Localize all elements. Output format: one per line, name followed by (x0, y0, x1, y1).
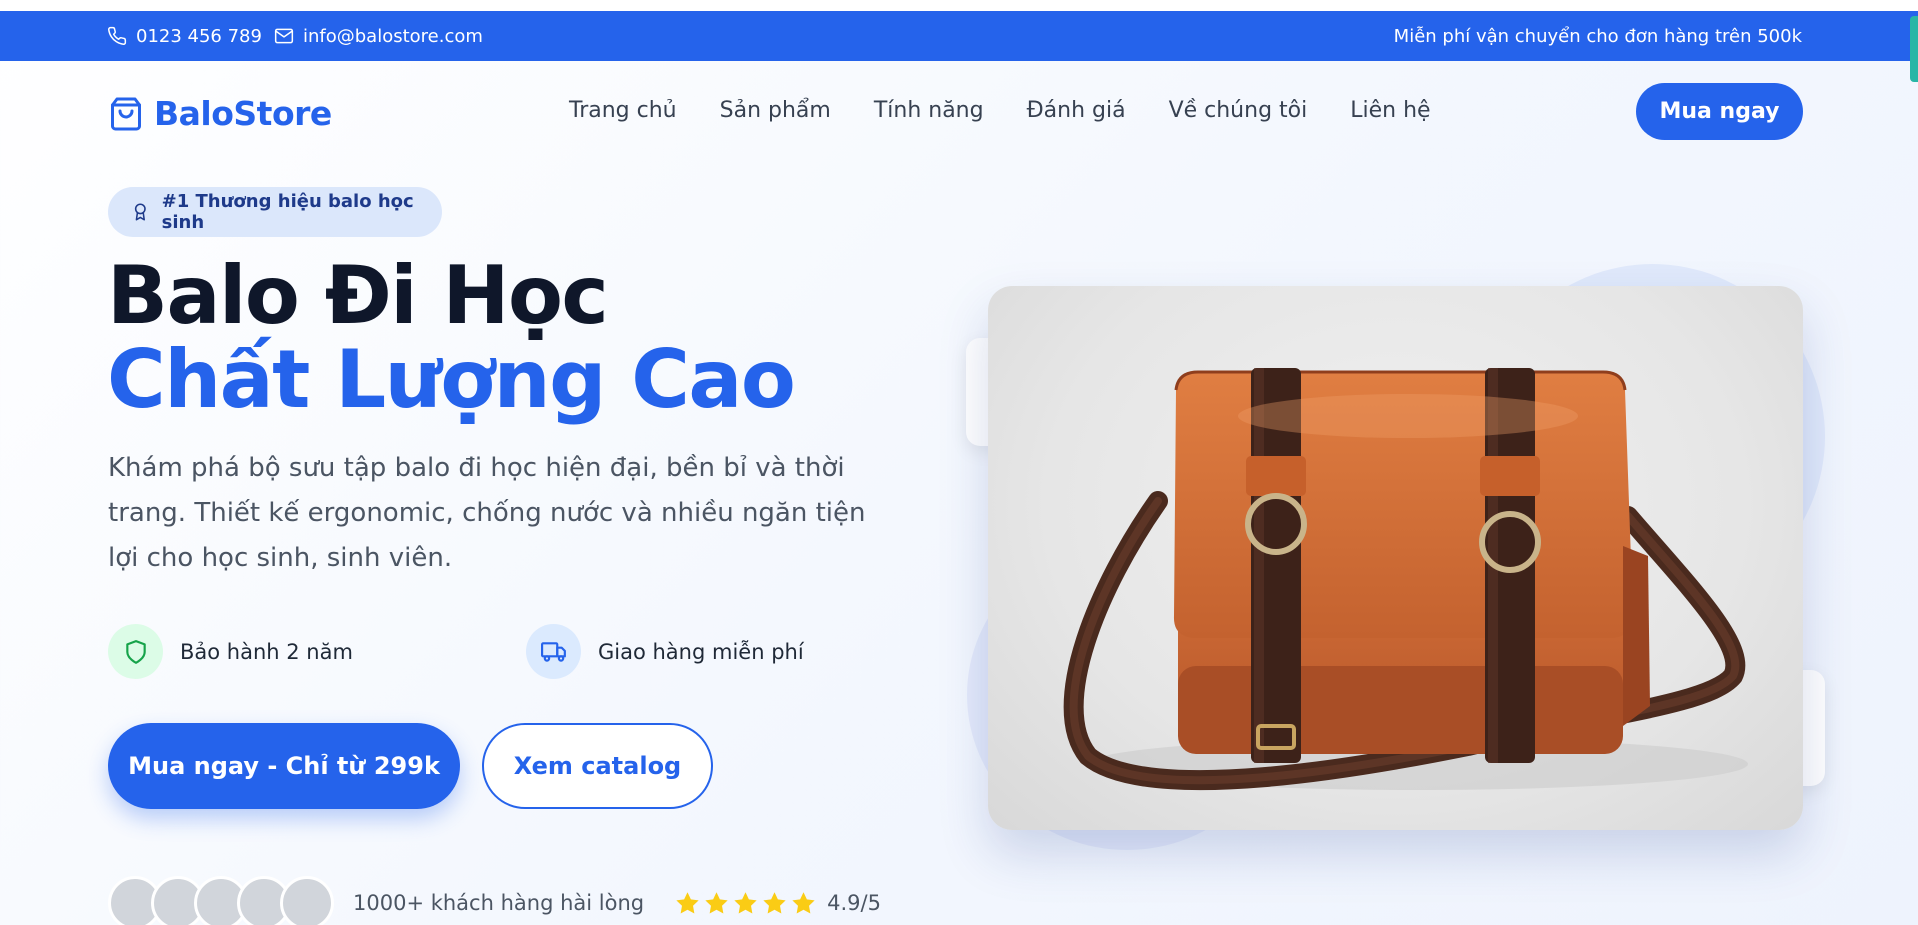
star-icon (676, 891, 699, 914)
badge-text: #1 Thương hiệu balo học sinh (161, 191, 414, 233)
shield-icon (125, 639, 146, 664)
mail-icon (274, 28, 294, 44)
nav-link-reviews[interactable]: Đánh giá (1027, 98, 1126, 123)
nav-links: Trang chủ Sản phẩm Tính năng Đánh giá Về… (569, 98, 1474, 123)
feature-warranty: Bảo hành 2 năm (108, 624, 353, 679)
customer-avatars (108, 876, 334, 925)
phone-contact[interactable]: 0123 456 789 (107, 11, 262, 61)
phone-icon (108, 26, 127, 45)
phone-number: 0123 456 789 (136, 25, 262, 47)
view-catalog-button[interactable]: Xem catalog (482, 723, 713, 809)
feature-warranty-label: Bảo hành 2 năm (180, 639, 353, 664)
star-icon (705, 891, 728, 914)
hero-product-image (988, 286, 1803, 830)
star-icon (763, 891, 786, 914)
email-contact[interactable]: info@balostore.com (274, 11, 483, 61)
rating-stars (674, 890, 817, 917)
buy-now-primary-button[interactable]: Mua ngay - Chỉ từ 299k (108, 723, 460, 809)
nav-buy-now-button[interactable]: Mua ngay (1636, 83, 1803, 140)
hero-title-line2: Chất Lượng Cao (107, 333, 796, 426)
nav-link-home[interactable]: Trang chủ (569, 98, 677, 123)
rating-value: 4.9/5 (827, 891, 881, 915)
hero-description: Khám phá bộ sưu tập balo đi học hiện đại… (108, 453, 866, 573)
hero-title-line1: Balo Đi Học (107, 249, 609, 342)
top-info-bar: 0123 456 789 info@balostore.com Miễn phí… (0, 11, 1918, 61)
brand-name: BaloStore (154, 94, 332, 133)
messenger-bag-illustration (1063, 368, 1748, 791)
nav-link-about[interactable]: Về chúng tôi (1169, 98, 1308, 123)
nav-link-products[interactable]: Sản phẩm (720, 98, 831, 123)
brand-logo[interactable]: BaloStore (108, 94, 332, 133)
star-icon (792, 891, 815, 914)
award-icon (134, 203, 146, 221)
feature-warranty-icon-wrap (108, 624, 163, 679)
main-navbar: BaloStore Trang chủ Sản phẩm Tính năng Đ… (0, 61, 1918, 163)
avatar (280, 876, 334, 925)
nav-link-contact[interactable]: Liên hệ (1350, 98, 1430, 123)
star-icon (734, 891, 757, 914)
free-shipping-promo: Miễn phí vận chuyển cho đơn hàng trên 50… (1393, 25, 1802, 47)
hero-badge: #1 Thương hiệu balo học sinh (108, 187, 442, 237)
social-proof: 1000+ khách hàng hài lòng 4.9/5 (108, 876, 881, 925)
email-address: info@balostore.com (303, 25, 483, 47)
browser-top-strip (0, 0, 1918, 11)
feature-shipping-label: Giao hàng miễn phí (598, 639, 804, 664)
feature-shipping-icon-wrap (526, 624, 581, 679)
hero-title: Balo Đi Học Chất Lượng Cao (107, 249, 796, 426)
customers-count: 1000+ khách hàng hài lòng (353, 891, 645, 915)
nav-link-features[interactable]: Tính năng (874, 98, 984, 123)
feature-free-shipping: Giao hàng miễn phí (526, 624, 804, 679)
truck-icon (540, 641, 566, 662)
shopping-bag-icon (111, 97, 141, 130)
